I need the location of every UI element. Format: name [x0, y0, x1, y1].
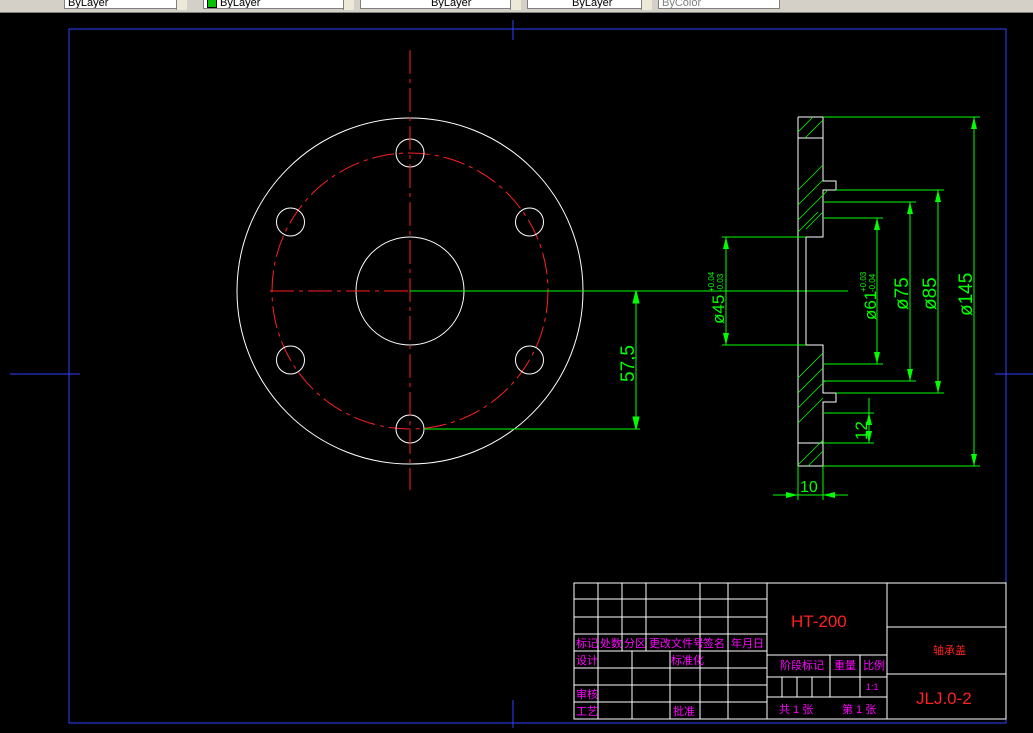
section-dims [722, 116, 980, 500]
color-dropdown-button[interactable] [343, 0, 354, 10]
standardize-label: 标准化 [671, 653, 704, 667]
header-label: 年月日 [731, 636, 764, 650]
drawing-canvas[interactable]: 57,5 ø145 ø85 ø75 ø61 +0.03 -0.04 ø45 +0… [0, 13, 1033, 728]
process-label: 工艺 [576, 705, 598, 718]
header-label: 分区 [624, 637, 646, 650]
header-label: 更改文件号 [649, 636, 704, 650]
dim-d85: ø85 [920, 277, 941, 310]
header-label: 处数 [600, 637, 622, 650]
dim-d75: ø75 [892, 277, 913, 310]
drawing-frame [10, 20, 1033, 728]
title-block-header-labels: 标记 处数 分区 更改文件号 签名 年月日 [576, 636, 764, 650]
drawing-number: JLJ.0-2 [916, 689, 972, 708]
layer-combo[interactable]: ByLayer [64, 0, 186, 9]
layer-dropdown-button[interactable] [176, 0, 187, 10]
review-label: 审核 [576, 687, 598, 701]
dim-d45-tol-lower: -0.03 [716, 273, 725, 292]
dim-d61: ø61 [861, 291, 880, 320]
header-label: 签名 [703, 636, 725, 650]
border-frame [68, 28, 1007, 724]
plotstyle-combo[interactable]: ByColor [658, 0, 780, 9]
dim-d145: ø145 [956, 273, 977, 316]
properties-toolbar: ByLayer ByLayer ByLayer ByLayer ByColor [0, 0, 1033, 13]
title-block: 标记 处数 分区 更改文件号 签名 年月日 设计 标准化 审核 工艺 批准 HT… [573, 582, 1007, 720]
linetype-dropdown-button[interactable] [510, 0, 521, 10]
dim-d61-tol-upper: +0.03 [859, 271, 868, 292]
weight-label: 重量 [834, 658, 856, 672]
lineweight-dropdown-button[interactable] [641, 0, 652, 10]
center-lines [270, 50, 411, 490]
dim-d45: ø45 [709, 295, 728, 324]
dim-d45-tol-upper: +0.04 [707, 271, 716, 292]
linetype-combo[interactable]: ByLayer [360, 0, 520, 9]
scale-value: 1:1 [866, 682, 879, 692]
dim-d61-tol-lower: -0.04 [868, 273, 877, 292]
color-combo[interactable]: ByLayer [203, 0, 353, 9]
scale-label: 比例 [863, 658, 885, 672]
total-sheets: 共 1 张 [779, 703, 813, 716]
sheet-number: 第 1 张 [842, 702, 876, 716]
approve-label: 批准 [673, 704, 695, 718]
front-view: 57,5 [236, 50, 848, 490]
header-label: 标记 [576, 636, 598, 650]
cad-drawing[interactable]: 57,5 ø145 ø85 ø75 ø61 +0.03 -0.04 ø45 +0… [0, 13, 1033, 728]
lineweight-combo[interactable]: ByLayer [527, 0, 651, 9]
design-label: 设计 [576, 654, 598, 667]
section-view: ø145 ø85 ø75 ø61 +0.03 -0.04 ø45 +0.04 -… [707, 116, 980, 500]
dim-10: 10 [800, 479, 818, 496]
stage-mark-label: 阶段标记 [780, 658, 824, 672]
part-name: 轴承盖 [933, 643, 966, 657]
color-swatch-icon [207, 0, 217, 8]
dim-12: 12 [852, 421, 871, 440]
dim-57-5: 57,5 [618, 345, 639, 382]
material-text: HT-200 [791, 612, 847, 631]
